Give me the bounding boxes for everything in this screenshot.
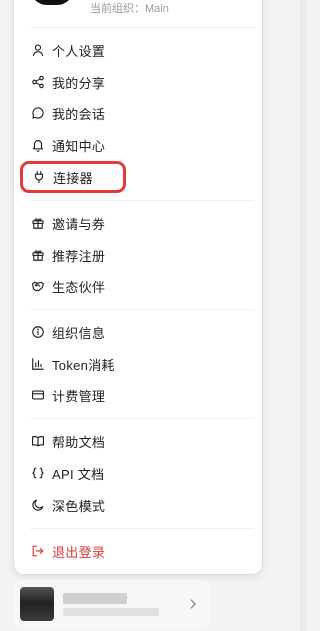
menu-item-my-conversations[interactable]: 我的会话 xyxy=(22,99,254,127)
menu-item-api-docs[interactable]: API 文档 xyxy=(22,459,254,487)
divider xyxy=(30,528,254,529)
menu-item-org-info[interactable]: 组织信息 xyxy=(22,318,254,346)
divider xyxy=(30,200,254,201)
current-org-label: 当前组织：Main xyxy=(90,3,169,15)
menu-item-token-usage[interactable]: Token消耗 xyxy=(22,350,254,378)
chevron-right-icon xyxy=(186,597,200,611)
share-icon xyxy=(31,75,45,89)
user-icon xyxy=(31,43,45,57)
menu-item-invites-coupons[interactable]: 邀请与券 xyxy=(22,209,254,237)
scrollbar-track[interactable] xyxy=(300,0,307,631)
menu-item-referral-signup[interactable]: 推荐注册 xyxy=(22,241,254,269)
braces-icon xyxy=(31,466,45,480)
divider xyxy=(30,309,254,310)
account-dropdown-menu: 当前组织：Main 个人设置 我的分享 我的会话 通知中心 连接器 邀请与券 推… xyxy=(14,0,262,574)
user-profile-button[interactable] xyxy=(14,580,210,630)
account-menu-page: 当前组织：Main 个人设置 我的分享 我的会话 通知中心 连接器 邀请与券 推… xyxy=(0,0,307,631)
avatar xyxy=(20,587,54,621)
credit-card-icon xyxy=(31,388,45,402)
menu-item-ecosystem-partners[interactable]: 生态伙伴 xyxy=(22,272,254,300)
menu-item-connectors[interactable]: 连接器 xyxy=(20,161,126,193)
handshake-icon xyxy=(31,279,45,293)
menu-item-help-docs[interactable]: 帮助文档 xyxy=(22,427,254,455)
gift-icon xyxy=(31,248,45,262)
user-subtitle-placeholder xyxy=(63,608,159,616)
chat-bubble-icon xyxy=(31,106,45,120)
gift-icon xyxy=(31,216,45,230)
org-header: 当前组织：Main xyxy=(14,0,262,28)
menu-item-personal-settings[interactable]: 个人设置 xyxy=(22,36,254,64)
bell-icon xyxy=(31,138,45,152)
menu-item-my-shares[interactable]: 我的分享 xyxy=(22,68,254,96)
plug-icon xyxy=(32,170,46,184)
book-icon xyxy=(31,434,45,448)
divider xyxy=(30,27,254,28)
moon-icon xyxy=(31,498,45,512)
org-avatar xyxy=(30,0,74,5)
menu-item-billing[interactable]: 计费管理 xyxy=(22,381,254,409)
info-icon xyxy=(31,325,45,339)
logout-icon xyxy=(31,544,45,558)
user-name-placeholder xyxy=(63,593,127,604)
menu-item-logout[interactable]: 退出登录 xyxy=(22,537,254,565)
menu-item-notification-center[interactable]: 通知中心 xyxy=(22,131,254,159)
bar-chart-icon xyxy=(31,357,45,371)
divider xyxy=(30,418,254,419)
menu-item-dark-mode[interactable]: 深色模式 xyxy=(22,491,254,519)
